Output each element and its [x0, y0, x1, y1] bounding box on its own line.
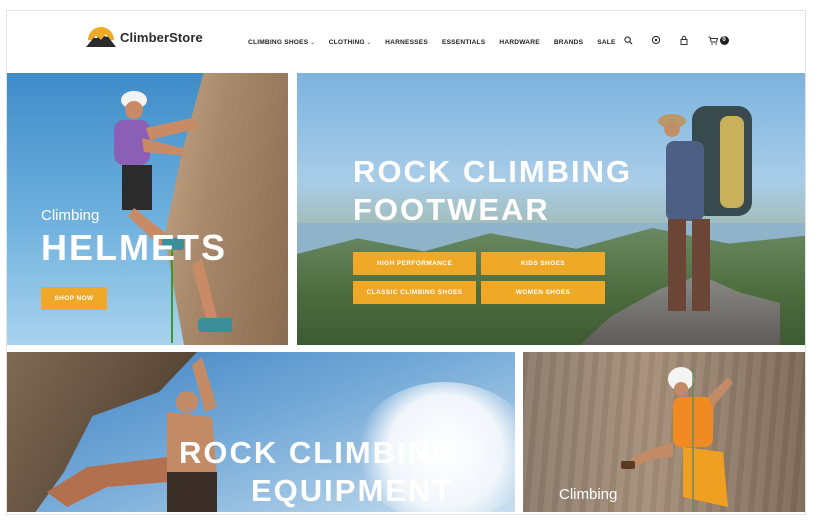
- chevron-down-icon: ⌄: [366, 40, 372, 46]
- cart-button[interactable]: 0: [707, 35, 729, 45]
- logo[interactable]: ClimberStore: [85, 25, 203, 49]
- nav-item-clothing[interactable]: CLOTHING ⌄: [329, 39, 371, 46]
- helmets-title: HELMETS: [41, 227, 228, 268]
- climber-figure: [114, 91, 232, 343]
- equipment-title: ROCK CLIMBING EQUIPMENT: [179, 434, 458, 510]
- nav-item-brands[interactable]: BRANDS: [554, 39, 583, 46]
- women-shoes-button[interactable]: WOMEN SHOES: [481, 281, 605, 304]
- header-icons: 0: [623, 35, 729, 45]
- nav-item-hardware[interactable]: HARDWARE: [499, 39, 539, 46]
- hiker-figure: [658, 106, 752, 311]
- cart-icon: [708, 36, 718, 45]
- chevron-down-icon: ⌄: [310, 40, 315, 46]
- shop-now-button[interactable]: SHOP NOW: [41, 287, 107, 310]
- nav-item-harnesses[interactable]: HARNESSES: [385, 39, 428, 46]
- search-icon[interactable]: [623, 35, 633, 45]
- brand-name: ClimberStore: [120, 29, 203, 45]
- banner-equipment[interactable]: ROCK CLIMBING EQUIPMENT: [7, 352, 515, 512]
- kids-shoes-button[interactable]: KIDS SHOES: [481, 252, 605, 275]
- nav-item-sale[interactable]: SALE: [597, 39, 615, 46]
- nav-item-essentials[interactable]: ESSENTIALS: [442, 39, 485, 46]
- banner-footwear[interactable]: ROCK CLIMBING FOOTWEAR HIGH PERFORMANCE …: [297, 73, 805, 345]
- mountain-logo-icon: [86, 27, 116, 47]
- cart-count-badge: 0: [719, 35, 729, 45]
- gear-icon[interactable]: [651, 35, 661, 45]
- banner-helmets[interactable]: Climbing HELMETS SHOP NOW: [7, 73, 288, 345]
- high-performance-button[interactable]: HIGH PERFORMANCE: [353, 252, 476, 275]
- equipment-title-line2: EQUIPMENT: [251, 473, 454, 508]
- site-header: ClimberStore CLIMBING SHOES ⌄ CLOTHING ⌄ H…: [7, 11, 805, 73]
- footwear-title-line2: FOOTWEAR: [353, 192, 550, 227]
- climber-figure: [621, 367, 733, 512]
- lock-icon[interactable]: [679, 35, 689, 45]
- footwear-title-line1: ROCK CLIMBING: [353, 154, 633, 189]
- footwear-title: ROCK CLIMBING FOOTWEAR: [353, 153, 632, 229]
- equipment-title-line1: ROCK CLIMBING: [179, 435, 459, 470]
- helmets-subtitle: Climbing: [41, 207, 100, 224]
- classic-climbing-shoes-button[interactable]: CLASSIC CLIMBING SHOES: [353, 281, 476, 304]
- banner-climbing[interactable]: Climbing: [523, 352, 805, 512]
- nav-item-climbing-shoes[interactable]: CLIMBING SHOES ⌄: [248, 39, 315, 46]
- main-nav: CLIMBING SHOES ⌄ CLOTHING ⌄ HARNESSES ESSE…: [248, 39, 616, 46]
- climbing-subtitle: Climbing: [559, 486, 618, 503]
